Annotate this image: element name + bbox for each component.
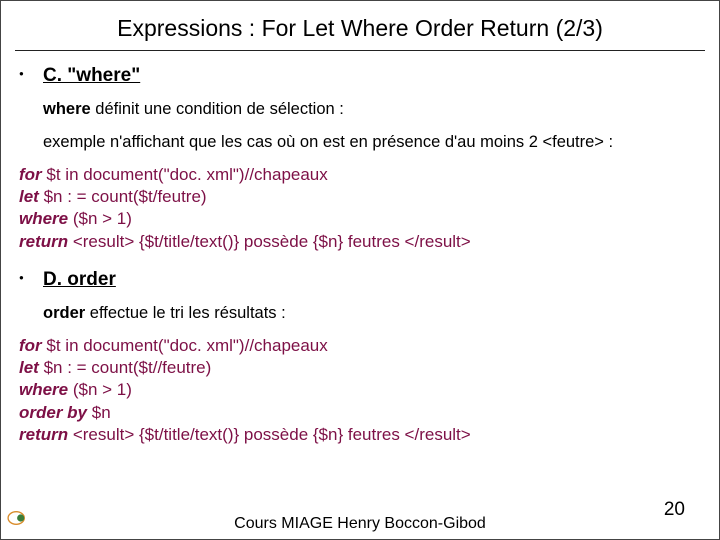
code-d-l1: $t in document("doc. xml")//chapeaux [42, 336, 328, 355]
footer-center-text: Cours MIAGE Henry Boccon-Gibod [1, 515, 719, 533]
section-c-heading: C. "where" [43, 65, 705, 87]
code-d-l5: <result> {$t/title/text()} possède {$n} … [68, 425, 471, 444]
code-block-c: for $t in document("doc. xml")//chapeaux… [19, 164, 705, 252]
kw-return: return [19, 232, 68, 251]
kw-let-d: let [19, 358, 39, 377]
where-keyword: where [43, 100, 91, 118]
code-c-l3: ($n > 1) [68, 209, 132, 228]
section-c-list: C. "where" [15, 65, 705, 87]
code-d-l3: ($n > 1) [68, 380, 132, 399]
code-d-l4: $n [87, 403, 111, 422]
section-d-desc1-rest: effectue le tri les résultats : [85, 304, 286, 322]
slide-title: Expressions : For Let Where Order Return… [15, 15, 705, 42]
kw-for-d: for [19, 336, 42, 355]
code-c-l2: $n : = count($t/feutre) [39, 187, 207, 206]
kw-where: where [19, 209, 68, 228]
kw-let: let [19, 187, 39, 206]
code-c-l1: $t in document("doc. xml")//chapeaux [42, 165, 328, 184]
section-d-list: D. order [15, 269, 705, 291]
section-c-desc1-rest: définit une condition de sélection : [91, 100, 344, 118]
kw-for: for [19, 165, 42, 184]
section-d-desc1: order effectue le tri les résultats : [43, 303, 705, 324]
order-keyword: order [43, 304, 85, 322]
code-block-d: for $t in document("doc. xml")//chapeaux… [19, 335, 705, 445]
kw-where-d: where [19, 380, 68, 399]
kw-return-d: return [19, 425, 68, 444]
section-c-desc1: where définit une condition de sélection… [43, 99, 705, 120]
code-c-l4: <result> {$t/title/text()} possède {$n} … [68, 232, 471, 251]
section-d-heading: D. order [43, 269, 705, 291]
code-d-l2: $n : = count($t//feutre) [39, 358, 211, 377]
page-number: 20 [664, 499, 685, 521]
title-separator [15, 50, 705, 51]
slide-body: Expressions : For Let Where Order Return… [1, 1, 719, 468]
section-c-desc2: exemple n'affichant que les cas où on es… [43, 132, 705, 153]
kw-orderby: order by [19, 403, 87, 422]
